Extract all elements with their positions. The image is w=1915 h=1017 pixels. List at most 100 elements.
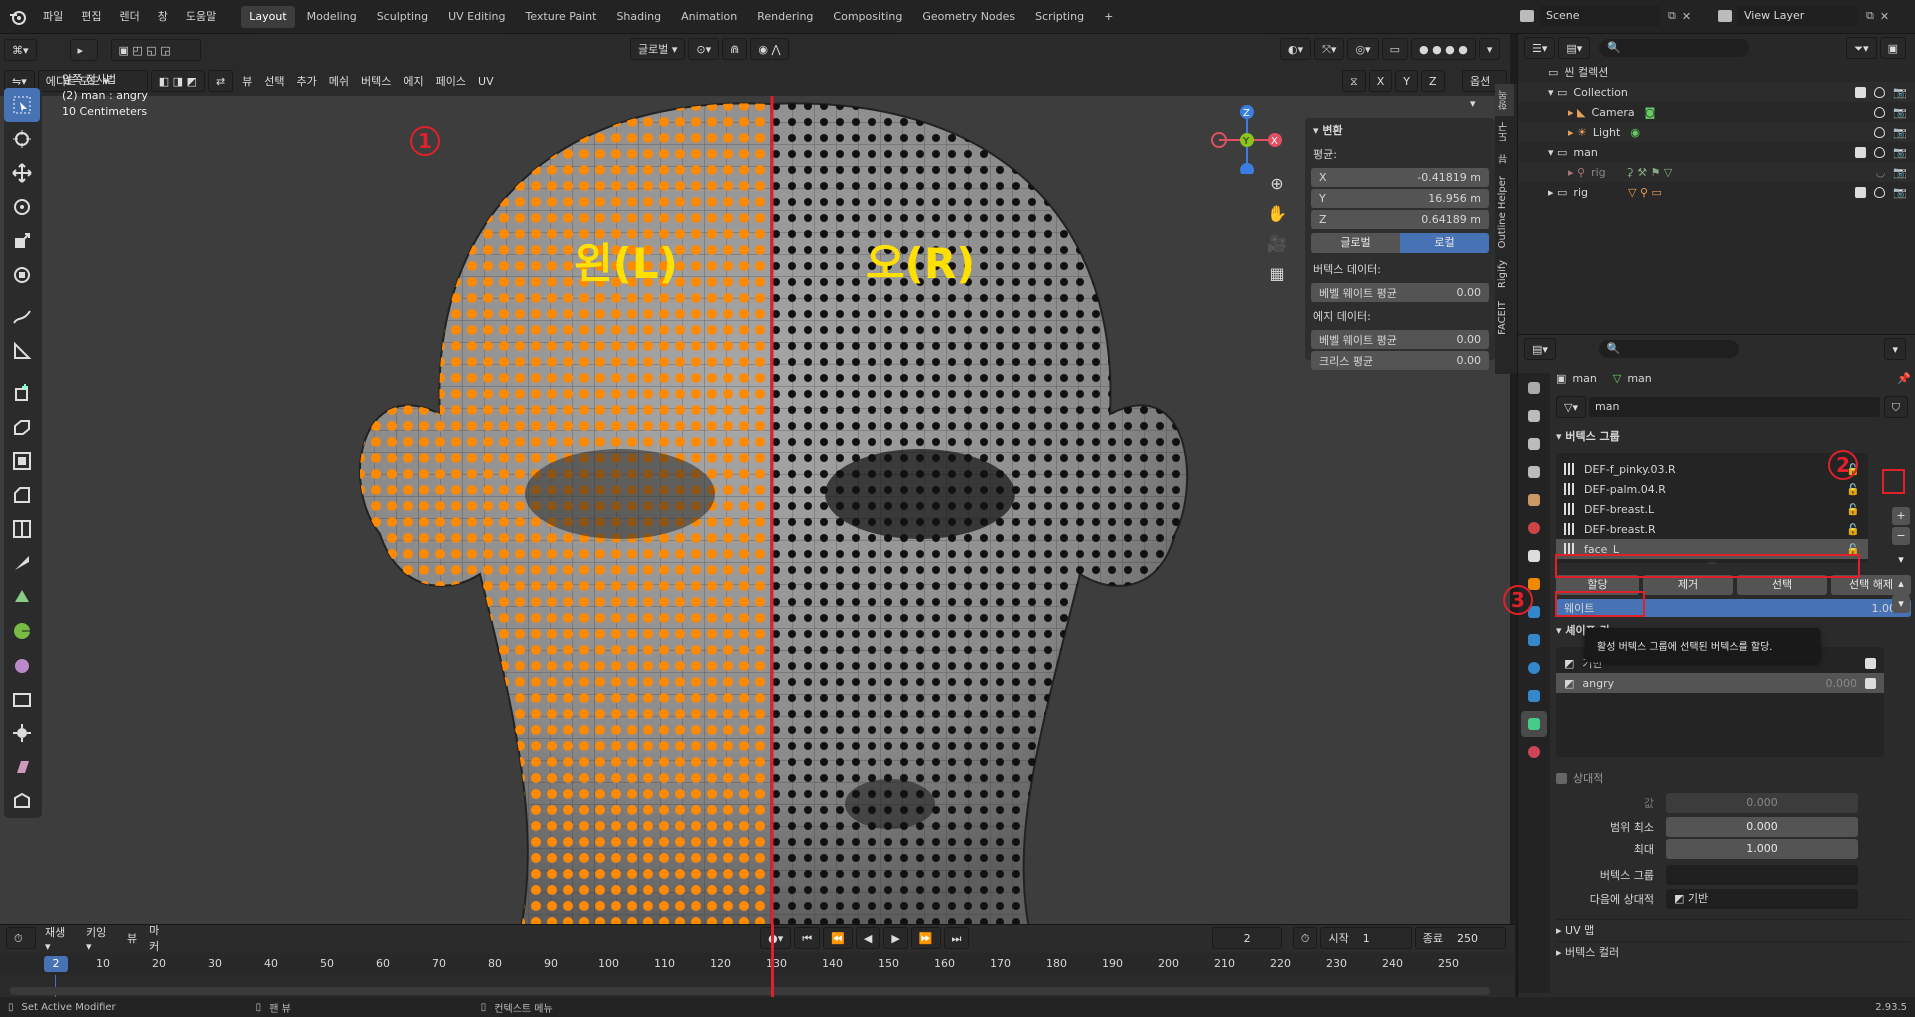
properties-search-input[interactable]: 🔍 — [1598, 340, 1739, 358]
range-min-field[interactable]: 0.000 — [1666, 817, 1858, 837]
jump-next-key-button[interactable]: ⏩ — [910, 927, 941, 949]
visibility-eye-icon[interactable] — [1874, 126, 1886, 138]
scale-tool[interactable] — [4, 224, 40, 258]
play-button[interactable]: ▶ — [883, 927, 908, 949]
lock-icon[interactable]: 🔓 — [1846, 503, 1860, 516]
shape-key-mute-checkbox[interactable] — [1865, 677, 1876, 689]
menu-face[interactable]: 페이스 — [430, 73, 472, 89]
outliner-search-input[interactable]: 🔍 — [1599, 39, 1750, 57]
relative-to-field[interactable]: ◩ 기반 — [1666, 889, 1858, 909]
mesh-data-tab[interactable] — [1521, 711, 1547, 737]
vertex-group-item[interactable]: DEF-f_pinky.03.R 🔓 — [1556, 459, 1868, 479]
end-frame-field[interactable]: 종료 250 — [1414, 927, 1506, 949]
outliner-scene-collection[interactable]: ▭ 씬 컬렉션 — [1518, 62, 1915, 82]
tab-outline-helper[interactable]: Outline Helper — [1495, 170, 1510, 254]
playback-menu[interactable]: 재생 ▾ — [39, 924, 80, 953]
particles-tab[interactable] — [1521, 627, 1547, 653]
vertex-bevel-weight-field[interactable]: 베벨 웨이트 평균 0.00 — [1311, 283, 1489, 302]
median-x-field[interactable]: X -0.41819 m — [1311, 168, 1489, 187]
menu-view[interactable]: 뷰 — [236, 73, 258, 89]
spin-tool[interactable] — [4, 614, 40, 648]
jump-prev-key-button[interactable]: ⏪ — [823, 927, 853, 949]
shape-key-value[interactable]: 0.000 — [1826, 677, 1858, 690]
material-tab[interactable] — [1521, 739, 1547, 765]
menu-add[interactable]: 추가 — [291, 73, 323, 89]
outliner-item-camera[interactable]: ▸ ◣ Camera ◙ 📷 — [1518, 102, 1915, 122]
tool-tab[interactable] — [1521, 375, 1547, 401]
outliner-item-man[interactable]: ▾ ▭ man 📷 — [1518, 142, 1915, 162]
playhead[interactable]: 2 — [44, 956, 68, 972]
output-tab[interactable] — [1521, 431, 1547, 457]
xray-icon[interactable]: ▭ — [1381, 38, 1408, 60]
transform-section-header[interactable]: ▾ 변환 — [1305, 118, 1495, 142]
scene-name-field[interactable]: Scene — [1540, 6, 1660, 26]
select-button[interactable]: 선택 — [1737, 575, 1827, 595]
shading-modes[interactable]: ● ● ● ● — [1410, 38, 1476, 60]
tab-scripting[interactable]: Scripting — [1027, 6, 1092, 28]
shrink-fatten-tool[interactable] — [4, 716, 40, 750]
tab-compositing[interactable]: Compositing — [825, 6, 910, 28]
vertex-group-item[interactable]: DEF-palm.04.R 🔓 — [1556, 479, 1868, 499]
menu-window[interactable]: 창 — [149, 0, 177, 34]
timeline-scrollbar[interactable] — [10, 987, 1490, 995]
uv-maps-header[interactable]: ▸ UV 맵 — [1556, 919, 1911, 941]
lock-icon[interactable]: 🔓 — [1846, 523, 1860, 536]
marker-menu[interactable]: 마커 — [143, 922, 175, 954]
move-tool[interactable] — [4, 156, 40, 190]
add-cube-tool[interactable] — [4, 376, 40, 410]
axis-y-toggle[interactable]: Y — [1395, 70, 1419, 92]
knife-tool[interactable] — [4, 546, 40, 580]
tab-shading[interactable]: Shading — [608, 6, 669, 28]
tab-rigify[interactable]: Rigify — [1495, 254, 1510, 294]
tab-view[interactable]: 뷰 — [1495, 148, 1514, 170]
vertex-group-specials-button[interactable]: ▾ — [1892, 551, 1910, 569]
visibility-icon[interactable]: ◐▾ — [1280, 38, 1312, 60]
outliner-item-collection[interactable]: ▾ ▭ Collection 📷 — [1518, 82, 1915, 102]
collection-tab[interactable] — [1521, 543, 1547, 569]
render-camera-icon[interactable]: 📷 — [1893, 186, 1907, 199]
transform-tool[interactable] — [4, 258, 40, 292]
properties-options[interactable]: ▾ — [1884, 338, 1906, 360]
render-camera-icon[interactable]: 📷 — [1893, 166, 1907, 179]
tab-layout[interactable]: Layout — [241, 5, 295, 28]
select-mode-buttons[interactable]: ▣ ◰ ◱ ◲ — [110, 39, 201, 61]
pan-hand-icon[interactable]: ✋ — [1264, 204, 1290, 234]
outliner-item-rig[interactable]: ▸ ▭ rig ▽ ⚲ ▭ 📷 — [1518, 182, 1915, 202]
vertex-group-item[interactable]: DEF-breast.L 🔓 — [1556, 499, 1868, 519]
select-box-tool[interactable] — [4, 88, 40, 122]
extrude-tool[interactable] — [4, 410, 40, 444]
outliner-item-light[interactable]: ▸ ☀ Light ◉ 📷 — [1518, 122, 1915, 142]
timeline-view-menu[interactable]: 뷰 — [121, 930, 143, 946]
remove-vertex-group-button[interactable]: − — [1892, 527, 1910, 545]
ortho-grid-icon[interactable]: ▦ — [1264, 264, 1290, 294]
measure-tool[interactable] — [4, 334, 40, 368]
tab-animation[interactable]: Animation — [673, 6, 745, 28]
tab-sculpting[interactable]: Sculpting — [369, 6, 436, 28]
median-y-field[interactable]: Y 16.956 m — [1311, 189, 1489, 208]
remove-button[interactable]: 제거 — [1643, 575, 1733, 595]
hidden-eye-icon[interactable]: ◡ — [1876, 166, 1886, 179]
editor-type-button[interactable]: ⌘▾ — [4, 39, 37, 61]
outliner-item-rig-child[interactable]: ▸ ⚲ rig ⚳ ⚒ ⚑ ▽ ◡ 📷 — [1518, 162, 1915, 182]
new-collection-icon[interactable]: ▣ — [1879, 37, 1906, 59]
crease-field[interactable]: 크리스 평균 0.00 — [1311, 351, 1489, 370]
new-view-layer-icon[interactable]: ⧉ — [1866, 9, 1874, 23]
max-field[interactable]: 1.000 — [1666, 839, 1858, 859]
transform-orientation-dropdown[interactable]: 글로벌 ▾ — [630, 38, 686, 60]
axis-x-toggle[interactable]: X — [1368, 70, 1393, 92]
exclude-checkbox[interactable] — [1855, 146, 1867, 158]
edge-slide-tool[interactable] — [4, 682, 40, 716]
edge-bevel-weight-field[interactable]: 베벨 웨이트 평균 0.00 — [1311, 330, 1489, 349]
value-field[interactable]: 0.000 — [1666, 793, 1858, 813]
fake-user-shield-icon[interactable]: ⛉ — [1883, 396, 1908, 418]
start-frame-field[interactable]: 시작 1 — [1320, 927, 1412, 949]
tab-modeling[interactable]: Modeling — [299, 6, 365, 28]
tab-geometry-nodes[interactable]: Geometry Nodes — [914, 6, 1023, 28]
record-button[interactable]: ●▾ — [760, 927, 792, 949]
relative-checkbox[interactable] — [1556, 772, 1567, 784]
tab-item[interactable]: 항목 — [1495, 84, 1514, 116]
annotate-tool[interactable] — [4, 300, 40, 334]
blender-logo-icon[interactable] — [8, 7, 28, 27]
mesh-browse-button[interactable]: ▽▾ — [1556, 396, 1586, 418]
use-preview-range-icon[interactable]: ⏱ — [1292, 927, 1318, 949]
